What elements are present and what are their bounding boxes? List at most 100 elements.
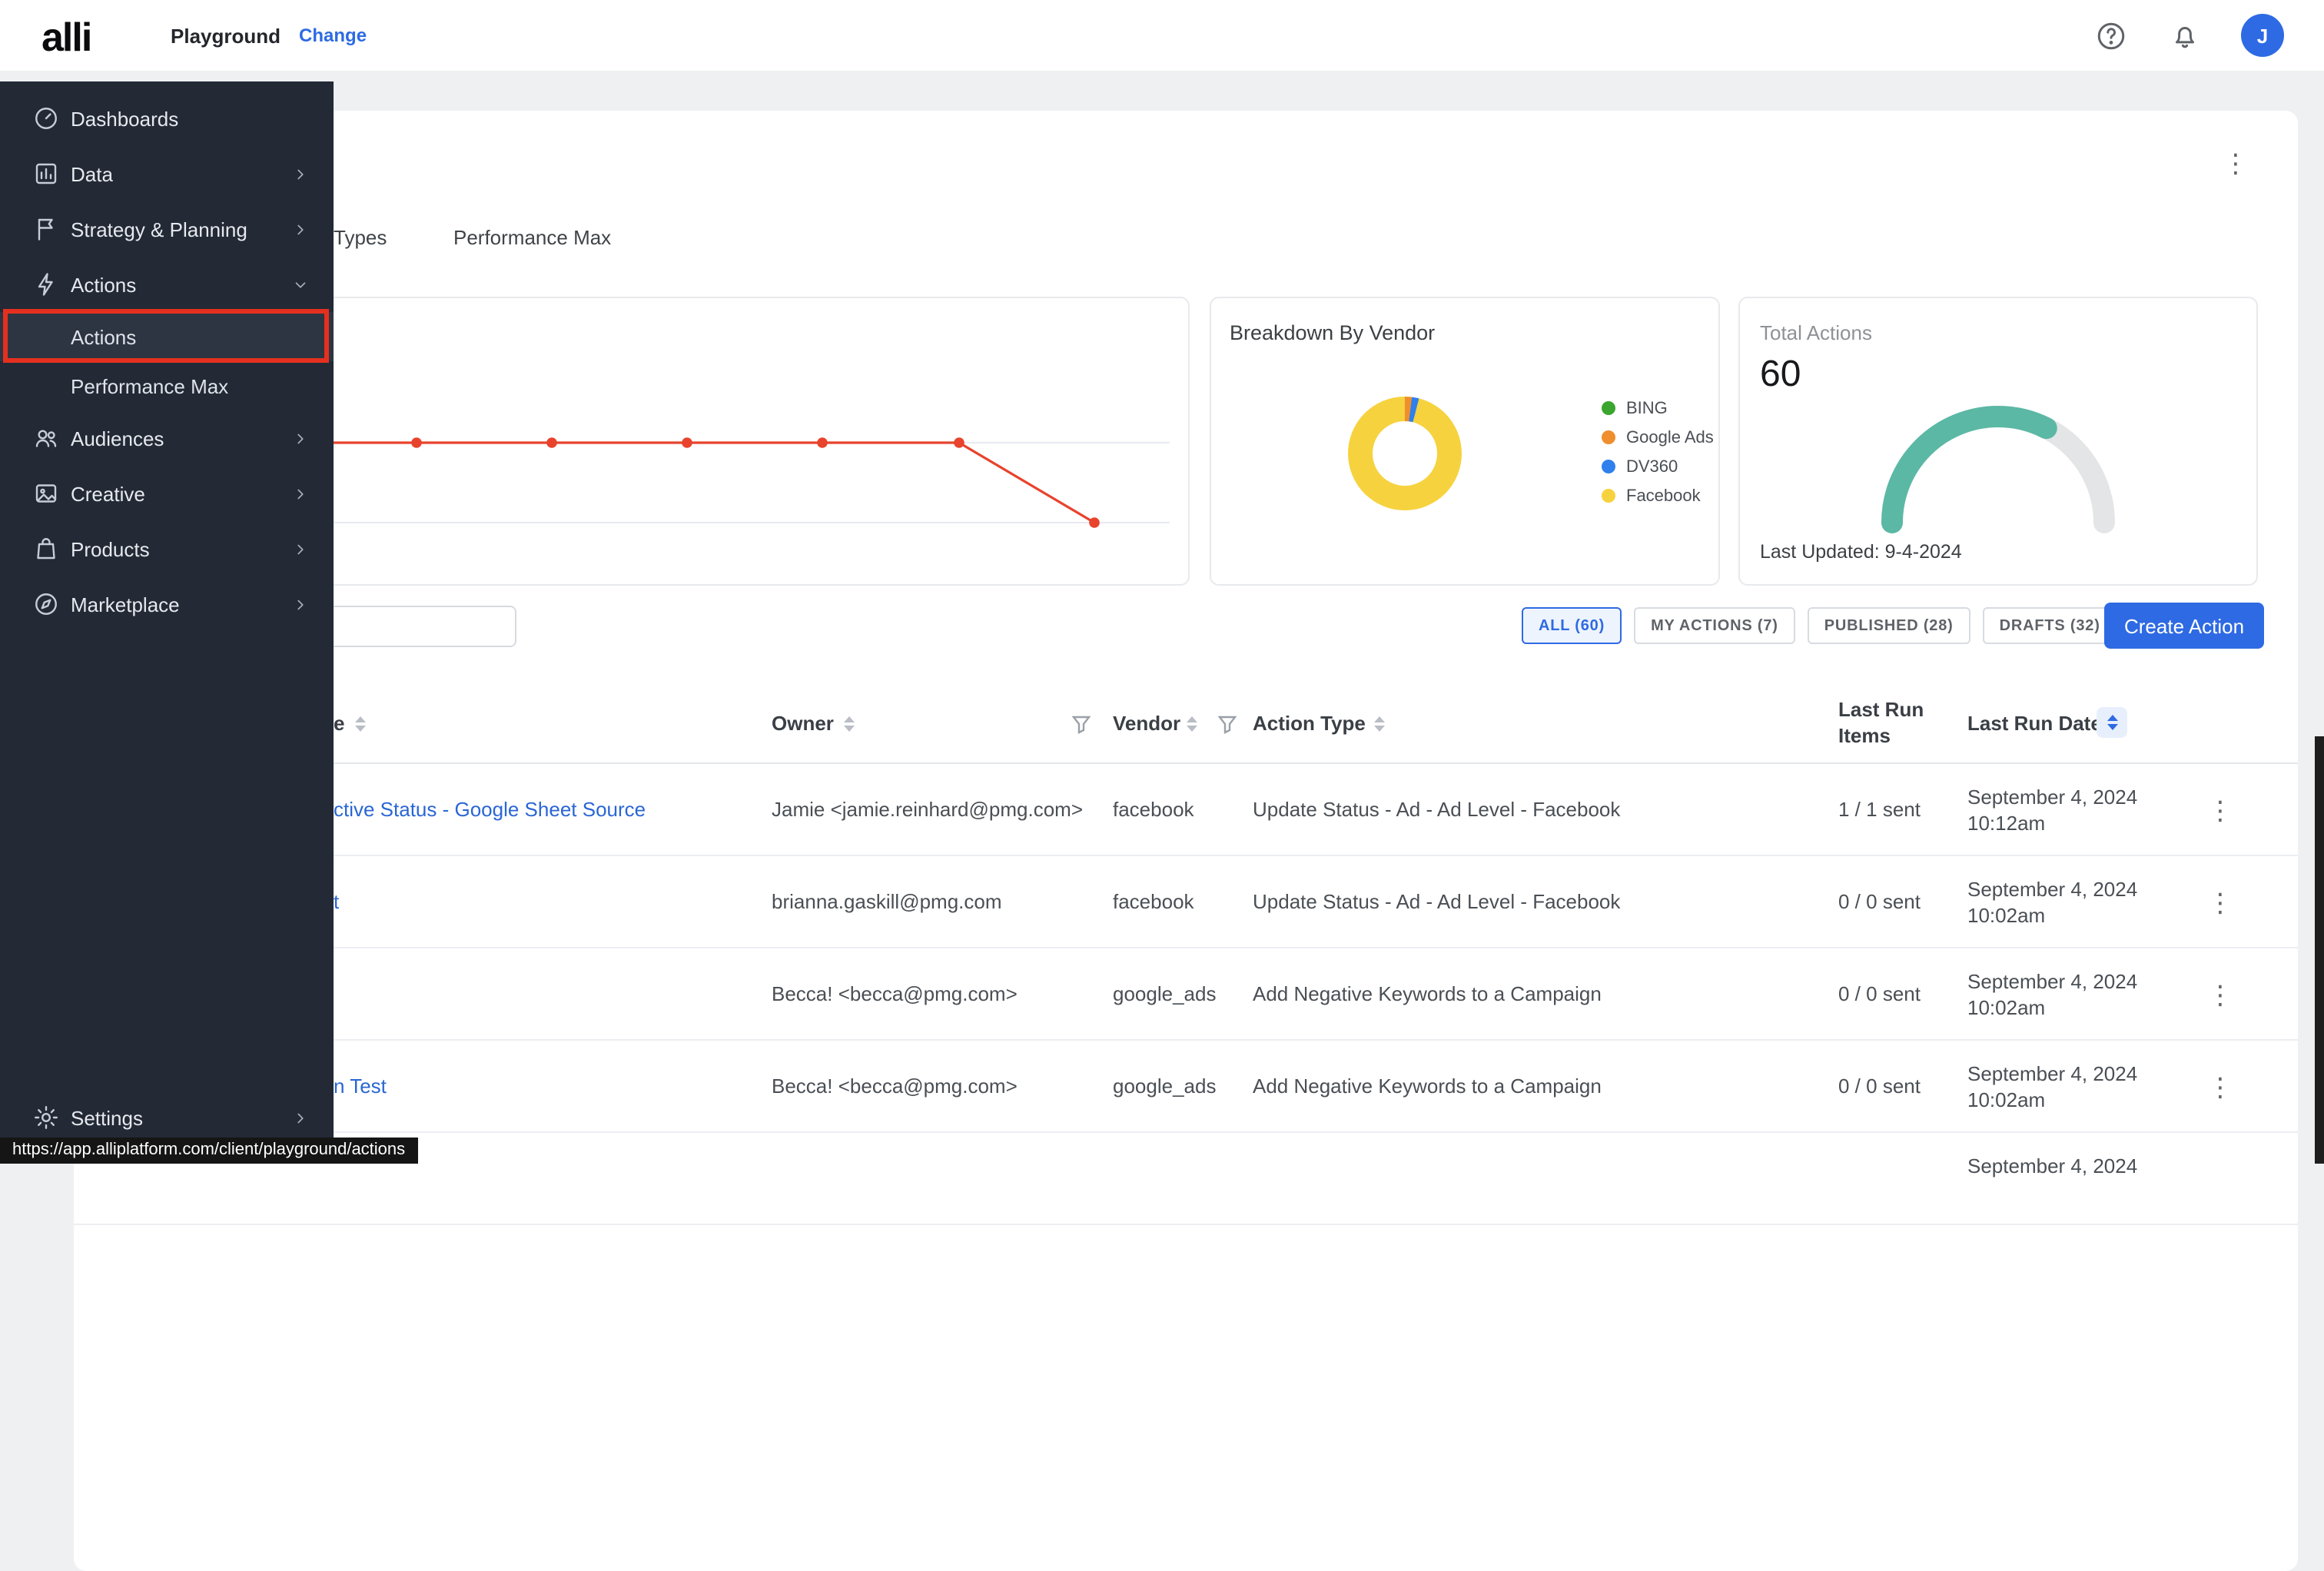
sidebar-item-strategy-planning[interactable]: Strategy & Planning xyxy=(0,201,334,257)
legend-item: Facebook xyxy=(1602,481,1714,510)
vendor-cell: google_ads xyxy=(1113,1041,1216,1133)
action-name-link[interactable]: n Test xyxy=(334,1041,387,1133)
settings-icon xyxy=(32,1104,60,1131)
strategy-planning-icon xyxy=(32,215,60,243)
audiences-icon xyxy=(32,424,60,452)
sidebar-item-label: Data xyxy=(71,162,113,185)
filter-icon-vendor[interactable] xyxy=(1217,715,1237,735)
sidebar-item-data[interactable]: Data xyxy=(0,146,334,201)
sidebar-subitem-actions[interactable]: Actions xyxy=(0,312,334,361)
last-run-date-cell: September 4, 2024 10:02am xyxy=(1967,876,2137,928)
page-menu-button[interactable]: ⋮ xyxy=(2223,151,2249,177)
sidebar-item-label: Strategy & Planning xyxy=(71,218,247,241)
user-avatar[interactable]: J xyxy=(2241,14,2284,57)
filter-chip-published[interactable]: PUBLISHED (28) xyxy=(1808,607,1970,644)
sort-icon-last-run-date[interactable] xyxy=(2097,707,2127,738)
sidebar-item-label: Audiences xyxy=(71,427,164,450)
help-icon[interactable] xyxy=(2093,18,2127,52)
vendor-breakdown-card: Breakdown By Vendor BING Google Ads DV36… xyxy=(1210,297,1720,586)
creative-icon xyxy=(32,480,60,507)
sidebar-nav: Dashboards Data Strategy & Planning Acti… xyxy=(0,81,334,1164)
top-bar: alli Playground Change J xyxy=(0,0,2324,71)
table-row[interactable]: ctive Status - Google Sheet Source Jamie… xyxy=(74,764,2298,856)
chevron-right-icon xyxy=(292,1109,309,1126)
sort-icon-owner[interactable] xyxy=(842,715,856,733)
table-header: e Owner Vendor Action Type Last Run Item… xyxy=(74,683,2298,764)
alli-logo[interactable]: alli xyxy=(42,14,91,61)
legend-dot-bing xyxy=(1602,401,1615,415)
last-run-date-cell: September 4, 2024 xyxy=(1967,1153,2137,1179)
owner-cell: Becca! <becca@pmg.com> xyxy=(772,1041,1018,1133)
sort-icon-vendor[interactable] xyxy=(1185,715,1199,733)
filter-chip-all[interactable]: ALL (60) xyxy=(1522,607,1622,644)
last-run-items-cell: 1 / 1 sent xyxy=(1838,764,1921,856)
sidebar-item-products[interactable]: Products xyxy=(0,521,334,576)
tab-performance-max[interactable]: Performance Max xyxy=(453,226,611,249)
col-name-label: e xyxy=(334,683,344,764)
legend-item: DV360 xyxy=(1602,452,1714,481)
total-actions-gauge xyxy=(1868,397,2129,535)
legend-item: Google Ads xyxy=(1602,423,1714,452)
table-row[interactable]: Becca! <becca@pmg.com> google_ads Add Ne… xyxy=(74,948,2298,1041)
table-row[interactable]: t brianna.gaskill@pmg.com facebook Updat… xyxy=(74,856,2298,948)
row-menu-button[interactable]: ⋮ xyxy=(2207,764,2233,856)
row-menu-button[interactable]: ⋮ xyxy=(2207,856,2233,948)
scrollbar-thumb[interactable] xyxy=(2315,736,2324,1164)
app-window: ⋮ Types Performance Max Breakdown By Ven… xyxy=(0,0,2324,1164)
filter-icon-owner[interactable] xyxy=(1071,715,1091,735)
vendor-cell: facebook xyxy=(1113,856,1194,948)
table-row[interactable]: n Test Becca! <becca@pmg.com> google_ads… xyxy=(74,1041,2298,1133)
legend-label: Facebook xyxy=(1626,487,1701,505)
filter-chip-drafts[interactable]: DRAFTS (32) xyxy=(1983,607,2117,644)
chevron-right-icon xyxy=(292,165,309,182)
owner-cell: Jamie <jamie.reinhard@pmg.com> xyxy=(772,764,1083,856)
sidebar-item-actions[interactable]: Actions xyxy=(0,257,334,312)
sidebar-item-audiences[interactable]: Audiences xyxy=(0,410,334,466)
chevron-right-icon xyxy=(292,221,309,237)
sidebar-item-dashboards[interactable]: Dashboards xyxy=(0,91,334,146)
workspace-change-link[interactable]: Change xyxy=(299,25,367,46)
owner-cell: brianna.gaskill@pmg.com xyxy=(772,856,1002,948)
col-last-run-items-label: Last Run Items xyxy=(1838,696,1924,749)
legend-label: BING xyxy=(1626,399,1668,417)
tab-action-types[interactable]: Types xyxy=(334,226,387,249)
last-run-date-cell: September 4, 2024 10:02am xyxy=(1967,1061,2137,1113)
owner-cell: Becca! <becca@pmg.com> xyxy=(772,948,1018,1041)
last-run-items-cell: 0 / 0 sent xyxy=(1838,1041,1921,1133)
chevron-down-icon xyxy=(292,276,309,293)
filter-chip-my-actions[interactable]: MY ACTIONS (7) xyxy=(1634,607,1795,644)
action-name-link[interactable]: t xyxy=(334,856,339,948)
total-actions-title: Total Actions xyxy=(1760,321,1872,344)
create-action-button[interactable]: Create Action xyxy=(2104,603,2264,649)
action-type-cell: Add Negative Keywords to a Campaign xyxy=(1253,1041,1602,1133)
sidebar-item-label: Dashboards xyxy=(71,107,178,130)
sidebar-item-label: Settings xyxy=(71,1106,143,1129)
row-menu-button[interactable]: ⋮ xyxy=(2207,948,2233,1041)
chevron-right-icon xyxy=(292,485,309,502)
last-run-items-cell: 0 / 0 sent xyxy=(1838,948,1921,1041)
col-last-run-date-label: Last Run Date xyxy=(1967,683,2102,764)
action-type-cell: Update Status - Ad - Ad Level - Facebook xyxy=(1253,856,1620,948)
row-menu-button[interactable]: ⋮ xyxy=(2207,1041,2233,1133)
products-icon xyxy=(32,535,60,563)
sidebar-item-creative[interactable]: Creative xyxy=(0,466,334,521)
workspace-switcher: Playground Change xyxy=(171,0,367,71)
sort-icon-action-type[interactable] xyxy=(1373,715,1386,733)
action-name-link[interactable]: ctive Status - Google Sheet Source xyxy=(334,764,646,856)
donut-hole xyxy=(1373,421,1437,486)
sidebar-item-label: Actions xyxy=(71,273,136,296)
dashboards-icon xyxy=(32,105,60,132)
chevron-right-icon xyxy=(292,540,309,557)
vendor-cell: google_ads xyxy=(1113,948,1216,1041)
sidebar-subitem-performance-max[interactable]: Performance Max xyxy=(0,361,334,410)
card-title: Breakdown By Vendor xyxy=(1230,321,1435,344)
content-panel: ⋮ Types Performance Max Breakdown By Ven… xyxy=(74,111,2298,1571)
legend-dot-dv360 xyxy=(1602,460,1615,473)
sidebar-subitem-label: Actions xyxy=(71,325,136,348)
vendor-donut-ring xyxy=(1348,397,1462,510)
data-icon xyxy=(32,160,60,188)
sort-icon-name[interactable] xyxy=(354,715,367,733)
notifications-icon[interactable] xyxy=(2167,18,2201,52)
sidebar-item-marketplace[interactable]: Marketplace xyxy=(0,576,334,632)
action-type-cell: Add Negative Keywords to a Campaign xyxy=(1253,948,1602,1041)
